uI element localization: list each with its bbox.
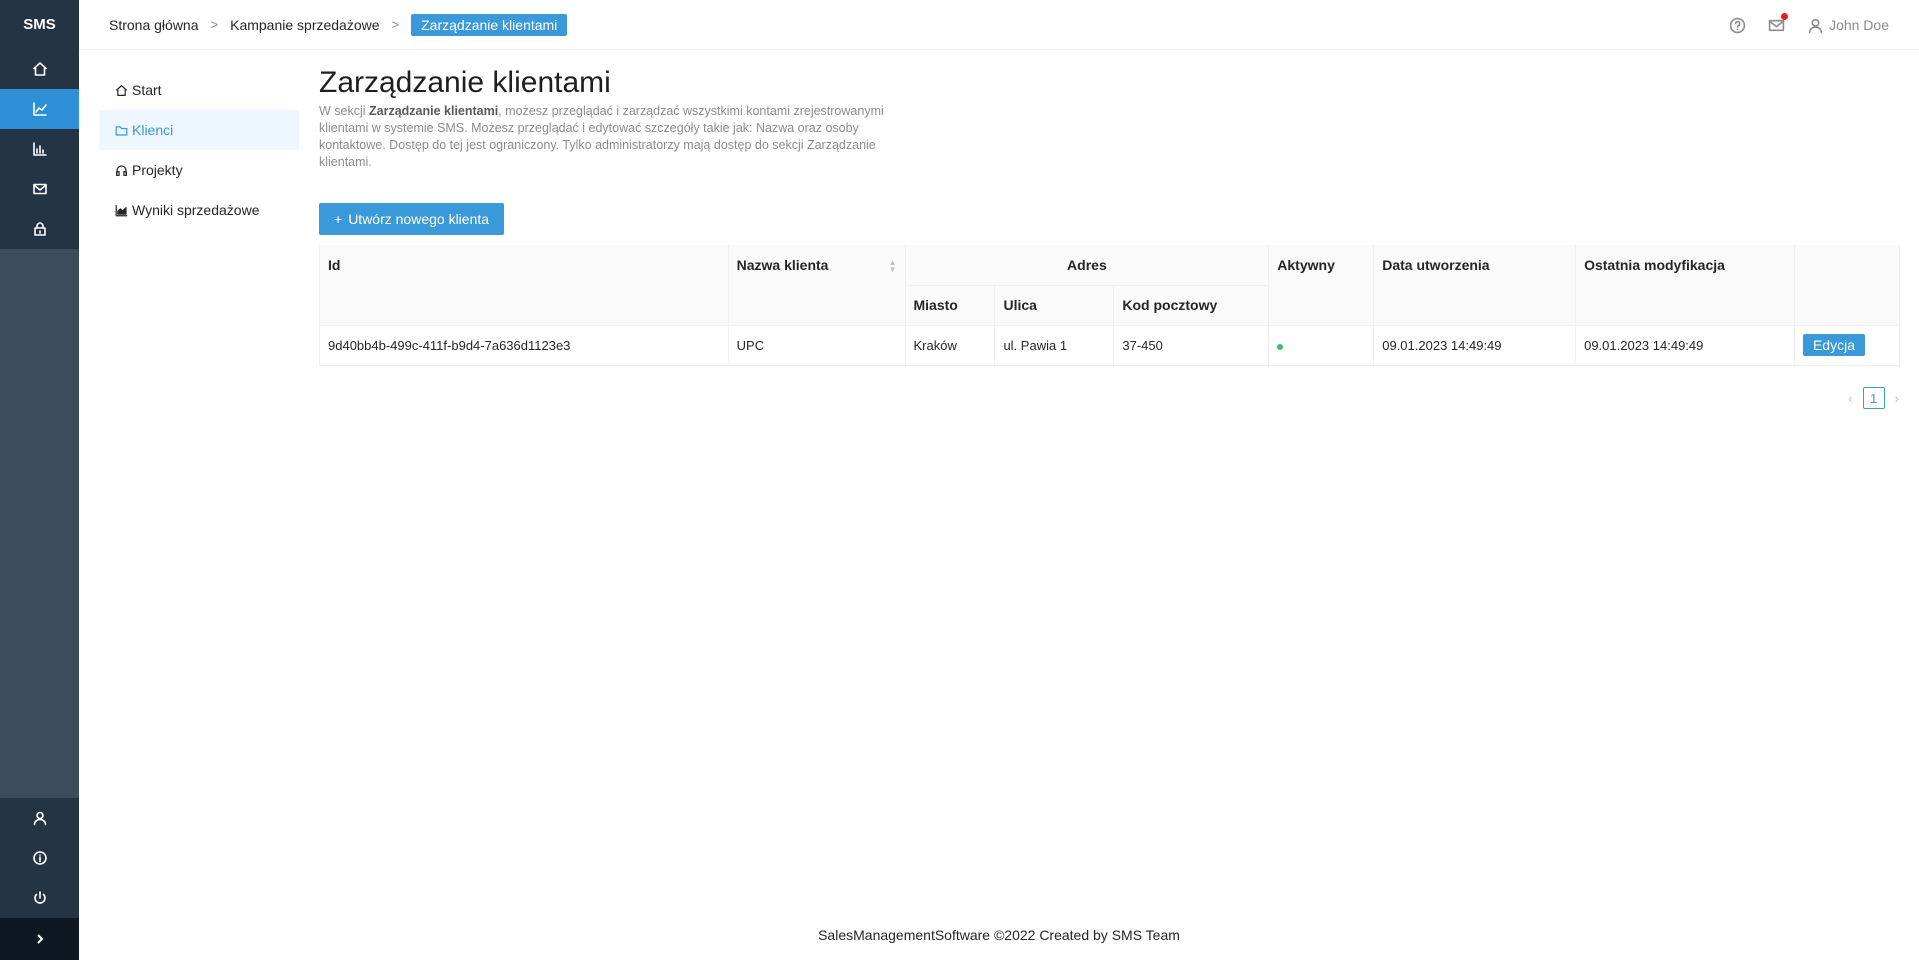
column-header-name-label: Nazwa klienta — [736, 257, 829, 273]
help-icon[interactable] — [1729, 17, 1746, 34]
pagination: ‹ 1 › — [1848, 387, 1899, 409]
user-name: John Doe — [1829, 17, 1889, 33]
column-header-created: Data utworzenia — [1373, 245, 1577, 326]
column-header-city: Miasto — [904, 285, 996, 326]
column-header-modified: Ostatnia modyfikacja — [1575, 245, 1795, 326]
rail-item-campaigns[interactable] — [0, 89, 79, 129]
pagination-next-icon[interactable]: › — [1895, 391, 1899, 406]
intro-prefix: W sekcji — [319, 104, 369, 118]
breadcrumb-separator: > — [210, 17, 219, 32]
chevron-right-icon — [36, 934, 43, 944]
rail-item-messages[interactable] — [0, 169, 79, 209]
menu-item-sales-results[interactable]: Wyniki sprzedażowe — [99, 190, 299, 230]
nav-rail: SMS — [0, 0, 79, 960]
user-icon — [1808, 18, 1823, 33]
cell-name: UPC — [728, 325, 906, 366]
cell-street: ul. Pawia 1 — [994, 325, 1115, 366]
column-header-id: Id — [319, 245, 729, 326]
clients-table: Id Nazwa klienta ▲ ▼ Adres Aktywny Data u… — [319, 245, 1901, 366]
create-client-label: Utwórz nowego klienta — [348, 211, 490, 227]
footer: SalesManagementSoftware ©2022 Created by… — [818, 927, 1180, 943]
cell-actions: Edycja — [1794, 325, 1901, 366]
menu-item-label: Start — [132, 82, 162, 98]
column-header-name[interactable]: Nazwa klienta ▲ ▼ — [728, 245, 906, 326]
column-header-active: Aktywny — [1268, 245, 1375, 326]
sort-icon[interactable]: ▲ ▼ — [889, 259, 897, 274]
cell-postal: 37-450 — [1113, 325, 1270, 366]
pagination-page[interactable]: 1 — [1862, 387, 1885, 409]
info-icon — [32, 851, 47, 865]
cell-city: Kraków — [905, 325, 996, 366]
section-menu: Start Klienci Projekty Wyniki sprzedażow… — [99, 70, 299, 230]
intro-bold: Zarządzanie klientami — [369, 104, 499, 118]
menu-item-label: Klienci — [132, 122, 174, 138]
page-description: W sekcji Zarządzanie klientami, możesz p… — [319, 103, 909, 171]
breadcrumb-item[interactable]: Strona główna — [109, 17, 199, 33]
cell-created: 09.01.2023 14:49:49 — [1373, 325, 1577, 366]
menu-item-projects[interactable]: Projekty — [99, 150, 299, 190]
line-chart-icon — [32, 102, 47, 116]
breadcrumb: Strona główna > Kampanie sprzedażowe > Z… — [109, 13, 568, 36]
menu-item-label: Wyniki sprzedażowe — [132, 202, 260, 218]
rail-item-profile[interactable] — [0, 798, 79, 838]
mail-icon — [32, 183, 47, 195]
notification-badge — [1781, 12, 1789, 20]
lock-icon — [33, 222, 46, 236]
rail-item-info[interactable] — [0, 838, 79, 878]
app-logo[interactable]: SMS — [0, 0, 79, 49]
home-icon — [116, 84, 127, 96]
area-chart-icon — [115, 204, 128, 216]
rail-item-logout[interactable] — [0, 878, 79, 918]
column-header-actions — [1794, 245, 1901, 326]
breadcrumb-item[interactable]: Kampanie sprzedażowe — [230, 17, 379, 33]
cell-id: 9d40bb4b-499c-411f-b9d4-7a636d1123e3 — [319, 325, 729, 366]
user-icon — [33, 811, 46, 826]
top-header: Strona główna > Kampanie sprzedażowe > Z… — [79, 0, 1919, 50]
menu-item-clients[interactable]: Klienci — [99, 110, 299, 150]
menu-item-label: Projekty — [132, 162, 183, 178]
breadcrumb-separator: > — [391, 17, 400, 32]
main-content: Zarządzanie klientami W sekcji Zarządzan… — [319, 65, 1901, 409]
page-title: Zarządzanie klientami — [319, 66, 611, 99]
home-icon — [32, 62, 47, 76]
menu-item-start[interactable]: Start — [99, 70, 299, 110]
active-status-dot — [1277, 343, 1284, 350]
edit-button[interactable]: Edycja — [1802, 334, 1865, 356]
rail-expand-button[interactable] — [0, 918, 79, 960]
cell-modified: 09.01.2023 14:49:49 — [1575, 325, 1795, 366]
bar-chart-icon — [32, 142, 47, 156]
create-client-button[interactable]: + Utwórz nowego klienta — [319, 203, 505, 235]
cell-active — [1268, 325, 1375, 366]
folder-icon — [115, 125, 128, 136]
rail-item-security[interactable] — [0, 209, 79, 249]
pagination-prev-icon[interactable]: ‹ — [1848, 391, 1852, 406]
rail-item-home[interactable] — [0, 49, 79, 89]
rail-item-reports[interactable] — [0, 129, 79, 169]
column-header-address: Adres — [905, 245, 1270, 286]
plus-icon: + — [334, 211, 343, 227]
power-icon — [33, 891, 46, 904]
table-row: 9d40bb4b-499c-411f-b9d4-7a636d1123e3 UPC… — [319, 325, 1901, 366]
headphones-icon — [116, 164, 127, 176]
notifications-button[interactable] — [1768, 12, 1789, 34]
user-menu[interactable]: John Doe — [1807, 17, 1889, 34]
breadcrumb-current: Zarządzanie klientami — [411, 13, 568, 36]
column-header-postal: Kod pocztowy — [1113, 285, 1270, 326]
column-header-street: Ulica — [994, 285, 1115, 326]
